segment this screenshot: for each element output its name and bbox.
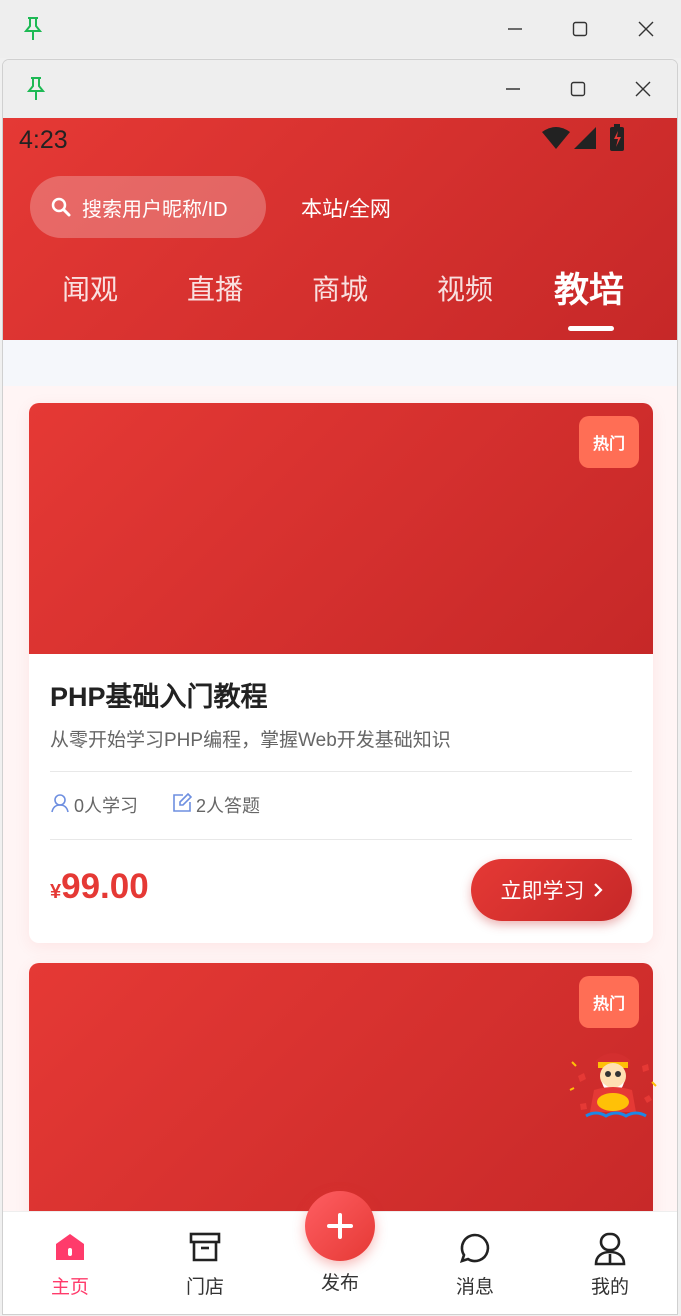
nav-label: 消息: [455, 1277, 494, 1298]
course-price: ¥99.00: [50, 867, 149, 907]
outer-title-bar: [0, 0, 681, 58]
course-description: 从零开始学习PHP编程，掌握Web开发基础知识: [50, 730, 451, 751]
header-divider: [3, 340, 677, 386]
inner-title-bar: [3, 60, 677, 118]
tab-wenguan[interactable]: 闻观: [62, 268, 118, 308]
close-button[interactable]: [619, 60, 667, 118]
chevron-right-icon: [593, 882, 603, 898]
app-header: 4:23 搜索用户昵称/ID 本站/全网 闻观 直播 商城 视频 教培: [3, 118, 677, 340]
nav-label: 我的: [590, 1277, 629, 1298]
tab-live[interactable]: 直播: [187, 268, 243, 308]
maximize-button[interactable]: [554, 60, 602, 118]
scope-toggle[interactable]: 本站/全网: [301, 193, 391, 223]
tab-education[interactable]: 教培: [554, 262, 624, 313]
hot-badge: 热门: [579, 416, 639, 468]
start-learning-label: 立即学习: [500, 880, 585, 903]
app-screen: 4:23 搜索用户昵称/ID 本站/全网 闻观 直播 商城 视频 教培 热门 P…: [3, 118, 677, 1314]
store-icon: [189, 1232, 221, 1266]
course-title: PHP基础入门教程: [50, 682, 268, 712]
search-placeholder: 搜索用户昵称/ID: [82, 198, 228, 221]
lucky-draw-mascot[interactable]: [568, 1046, 658, 1120]
price-value: 99.00: [61, 867, 149, 906]
active-tab-indicator: [568, 326, 614, 331]
nav-home[interactable]: 主页: [20, 1212, 120, 1314]
nav-label: 门店: [185, 1277, 224, 1298]
answers-count: 2人答题: [196, 796, 261, 816]
plus-icon: [327, 1213, 353, 1239]
close-button[interactable]: [622, 0, 670, 58]
nav-label: 发布: [320, 1273, 359, 1294]
home-icon: [54, 1232, 86, 1266]
nav-profile[interactable]: 我的: [560, 1212, 660, 1314]
answers-stat: 2人答题: [172, 792, 260, 818]
pin-icon[interactable]: [22, 16, 44, 46]
profile-icon: [594, 1232, 626, 1270]
divider: [50, 839, 632, 840]
search-icon: [50, 196, 72, 218]
app-window: 4:23 搜索用户昵称/ID 本站/全网 闻观 直播 商城 视频 教培 热门 P…: [3, 60, 677, 1314]
minimize-button[interactable]: [491, 0, 539, 58]
publish-fab[interactable]: [305, 1191, 375, 1261]
learners-count: 0人学习: [74, 796, 139, 816]
hot-badge: 热门: [579, 976, 639, 1028]
wifi-icon: [541, 126, 571, 154]
pin-icon[interactable]: [25, 76, 47, 106]
learners-stat: 0人学习: [50, 792, 138, 818]
chat-icon: [459, 1232, 491, 1268]
maximize-button[interactable]: [556, 0, 604, 58]
nav-label: 主页: [50, 1277, 89, 1298]
nav-store[interactable]: 门店: [155, 1212, 255, 1314]
tab-mall[interactable]: 商城: [312, 268, 368, 308]
start-learning-button[interactable]: 立即学习: [471, 859, 632, 921]
divider: [50, 771, 632, 772]
tab-video[interactable]: 视频: [437, 268, 493, 308]
battery-icon: [609, 124, 625, 156]
price-symbol: ¥: [50, 881, 62, 903]
signal-icon: [573, 126, 597, 154]
edit-icon: [172, 792, 196, 818]
minimize-button[interactable]: [489, 60, 537, 118]
user-icon: [50, 793, 74, 818]
course-card[interactable]: 热门 PHP基础入门教程 从零开始学习PHP编程，掌握Web开发基础知识 0人学…: [29, 403, 653, 943]
course-cover: 热门: [29, 403, 653, 654]
nav-messages[interactable]: 消息: [425, 1212, 525, 1314]
category-tabs: 闻观 直播 商城 视频 教培: [3, 268, 677, 328]
search-input[interactable]: 搜索用户昵称/ID: [30, 176, 266, 238]
status-time: 4:23: [19, 126, 68, 154]
